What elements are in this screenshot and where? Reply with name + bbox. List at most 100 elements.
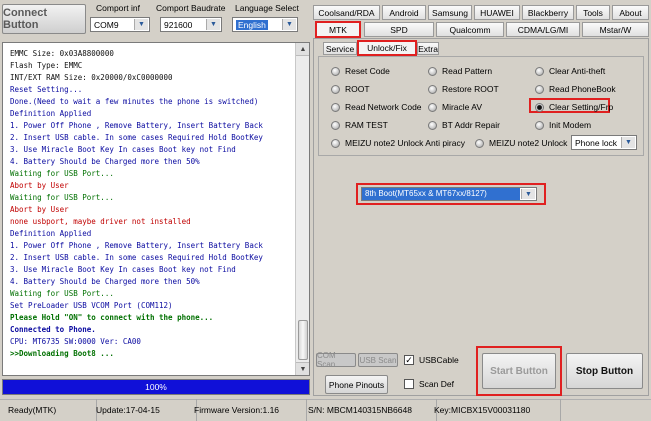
log-line: 2. Insert USB cable. In some cases Requi… <box>10 253 263 262</box>
radio-icon[interactable] <box>331 138 340 148</box>
option-meizu-unlock[interactable]: MEIZU note2 Unlock <box>475 138 567 148</box>
usbcable-checkbox[interactable]: ✓ USBCable <box>404 355 459 365</box>
tab-huawei[interactable]: HUAWEI <box>474 5 520 20</box>
com-scan-button[interactable]: COM Scan <box>316 351 356 369</box>
log-line: 3. Use Miracle Boot Key In cases Boot ke… <box>10 265 236 274</box>
radio-icon[interactable] <box>475 138 484 148</box>
chevron-down-icon[interactable]: ▼ <box>282 19 296 30</box>
tab-mtk[interactable]: MTK <box>315 21 361 38</box>
language-label: Language Select <box>235 3 299 13</box>
checkbox-label: Scan Def <box>419 379 454 389</box>
option-label: Restore ROOT <box>442 84 499 94</box>
option-read-pattern[interactable]: Read Pattern <box>428 66 492 76</box>
log-line: 2. Insert USB cable. In some cases Requi… <box>10 133 263 142</box>
phone-lock-select[interactable]: Phone lock ▼ <box>571 135 637 150</box>
option-clear-setting-frp[interactable]: Clear Setting/Frp <box>535 102 613 112</box>
option-meizu-anti-piracy[interactable]: MEIZU note2 Unlock Anti piracy <box>331 138 465 148</box>
language-value: English <box>236 19 268 30</box>
baudrate-value: 921600 <box>164 19 193 30</box>
tab-tools[interactable]: Tools <box>576 5 610 20</box>
usb-scan-button[interactable]: USB Scan <box>358 353 398 367</box>
chevron-down-icon[interactable]: ▼ <box>521 189 535 199</box>
option-bt-addr-repair[interactable]: BT Addr Repair <box>428 120 500 130</box>
option-miracle-av[interactable]: Miracle AV <box>428 102 482 112</box>
tab-about[interactable]: About <box>612 5 649 20</box>
chevron-down-icon[interactable]: ▼ <box>134 19 148 30</box>
log-line: Set PreLoader USB VCOM Port (COM112) <box>10 301 173 310</box>
log-line: Definition Applied <box>10 229 92 238</box>
tab-mstar-w[interactable]: Mstar/W <box>582 22 649 37</box>
radio-icon[interactable] <box>331 120 340 130</box>
log-line: 4. Battery Should be Charged more then 5… <box>10 157 200 166</box>
tab-android[interactable]: Android <box>382 5 426 20</box>
scan-def-checkbox[interactable]: Scan Def <box>404 379 454 389</box>
log-line: Abort by User <box>10 205 69 214</box>
status-sn: S/N: MBCM140315NB6648 <box>300 399 437 421</box>
radio-icon[interactable] <box>331 84 340 94</box>
option-label: Clear Anti-theft <box>549 66 606 76</box>
checkbox-icon[interactable] <box>404 379 414 389</box>
log-line: Flash Type: EMMC <box>10 61 83 70</box>
tab-spd[interactable]: SPD <box>364 22 434 37</box>
comport-label: Comport inf <box>96 3 140 13</box>
baudrate-select[interactable]: 921600 ▼ <box>160 17 222 32</box>
progress-bar: 100% <box>2 379 310 395</box>
comport-select[interactable]: COM9 ▼ <box>90 17 150 32</box>
log-line: INT/EXT RAM Size: 0x20000/0xC0000000 <box>10 73 173 82</box>
radio-icon[interactable] <box>535 84 544 94</box>
log-scrollbar[interactable]: ▲ ▼ <box>295 43 309 375</box>
scroll-thumb[interactable] <box>298 320 308 360</box>
tab-cdma-lg-mi[interactable]: CDMA/LG/MI <box>506 22 580 37</box>
log-line: Waiting for USB Port... <box>10 169 114 178</box>
progress-text: 100% <box>145 382 167 392</box>
option-read-phonebook[interactable]: Read PhoneBook <box>535 84 616 94</box>
radio-icon[interactable] <box>331 102 340 112</box>
option-clear-anti-theft[interactable]: Clear Anti-theft <box>535 66 605 76</box>
boot-select[interactable]: 8th Boot(MT65xx & MT67xx/8127) ▼ <box>361 187 537 201</box>
option-read-network-code[interactable]: Read Network Code <box>331 102 422 112</box>
log-text: EMMC Size: 0x03A8800000 Flash Type: EMMC I… <box>10 48 294 360</box>
option-reset-code[interactable]: Reset Code <box>331 66 390 76</box>
log-line: Reset Setting... <box>10 85 83 94</box>
radio-icon[interactable] <box>535 120 544 130</box>
radio-icon[interactable] <box>331 66 340 76</box>
connect-button[interactable]: Connect Button <box>2 4 86 34</box>
option-init-modem[interactable]: Init Modem <box>535 120 591 130</box>
chevron-down-icon[interactable]: ▼ <box>621 137 635 148</box>
option-label: Clear Setting/Frp <box>549 102 614 112</box>
radio-icon[interactable] <box>535 66 544 76</box>
log-line: 3. Use Miracle Boot Key In cases Boot ke… <box>10 145 236 154</box>
option-root[interactable]: ROOT <box>331 84 370 94</box>
option-label: ROOT <box>345 84 370 94</box>
log-line: Done.(Need to wait a few minutes the pho… <box>10 97 259 106</box>
radio-icon[interactable] <box>428 84 437 94</box>
subtab-extra[interactable]: Extra <box>417 42 439 55</box>
radio-selected-icon[interactable] <box>535 102 544 112</box>
phone-lock-value: Phone lock <box>575 137 618 148</box>
subtab-service[interactable]: Service <box>323 42 357 55</box>
log-line: Waiting for USB Port... <box>10 193 114 202</box>
option-label: Read PhoneBook <box>549 84 616 94</box>
option-label: BT Addr Repair <box>442 120 500 130</box>
tab-qualcomm[interactable]: Qualcomm <box>436 22 504 37</box>
option-label: Reset Code <box>345 66 390 76</box>
language-select[interactable]: English ▼ <box>232 17 298 32</box>
radio-icon[interactable] <box>428 120 437 130</box>
phone-pinouts-button[interactable]: Phone Pinouts <box>325 375 388 394</box>
tab-samsung[interactable]: Samsung <box>428 5 472 20</box>
option-label: Read Network Code <box>345 102 422 112</box>
stop-button[interactable]: Stop Button <box>566 353 643 389</box>
start-button[interactable]: Start Button <box>482 353 556 389</box>
subtab-unlock-fix[interactable]: Unlock/Fix <box>357 40 417 56</box>
radio-icon[interactable] <box>428 66 437 76</box>
scroll-up-icon[interactable]: ▲ <box>296 43 309 56</box>
option-restore-root[interactable]: Restore ROOT <box>428 84 499 94</box>
chevron-down-icon[interactable]: ▼ <box>206 19 220 30</box>
checkbox-checked-icon[interactable]: ✓ <box>404 355 414 365</box>
scroll-down-icon[interactable]: ▼ <box>296 362 309 375</box>
tab-blackberry[interactable]: Blackberry <box>522 5 574 20</box>
tab-coolsand-rda[interactable]: Coolsand/RDA <box>313 5 380 20</box>
radio-icon[interactable] <box>428 102 437 112</box>
option-ram-test[interactable]: RAM TEST <box>331 120 388 130</box>
option-label: Init Modem <box>549 120 592 130</box>
